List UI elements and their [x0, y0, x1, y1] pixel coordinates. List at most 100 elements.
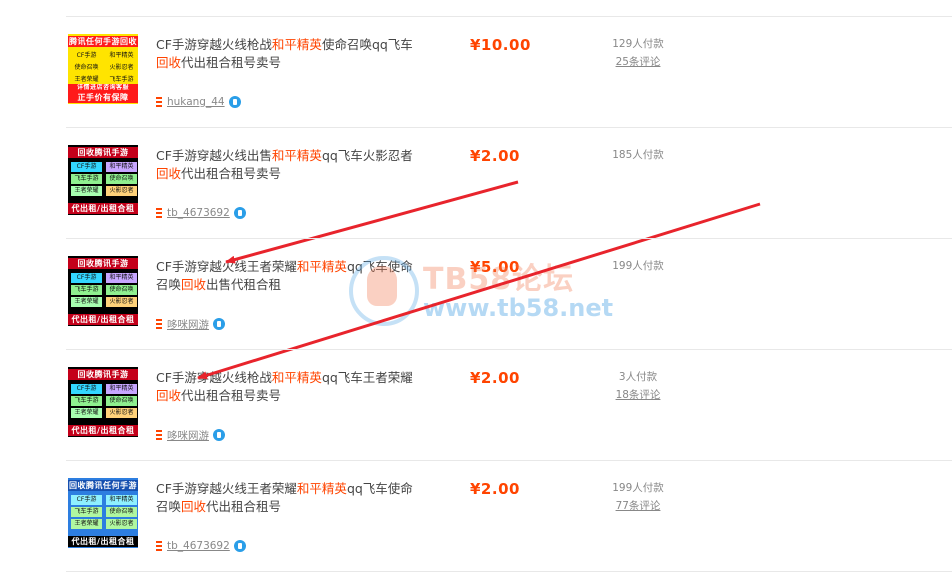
wangwang-chat-icon[interactable]	[228, 96, 241, 108]
title-text: 代出租合租号卖号	[181, 165, 282, 181]
thumbnail-game-label: 和平精英	[106, 273, 137, 283]
thumbnail-game-label: 王者荣耀	[71, 186, 102, 196]
wangwang-chat-icon[interactable]	[233, 540, 246, 552]
thumbnail-game-label: 飞车手游	[71, 396, 102, 406]
seller-name-link[interactable]: hukang_44	[167, 96, 225, 108]
paid-count: 3人付款	[618, 371, 658, 383]
shop-menu-icon	[156, 97, 162, 107]
product-price: ¥10.00	[470, 36, 531, 54]
thumbnail-game-label: 使命召唤	[106, 285, 137, 295]
row-separator	[66, 571, 952, 572]
reviews-link[interactable]: 18条评论	[598, 387, 678, 402]
thumbnail-banner-top: 回收腾讯手游	[68, 147, 138, 158]
seller-info: 哆咪网游	[156, 428, 225, 442]
thumbnail-game-label: 使命召唤	[106, 507, 137, 517]
thumbnail-banner-bottom: 代出租/出租合租	[68, 425, 138, 436]
thumbnail-game-label: CF手游	[71, 162, 102, 172]
product-title-link[interactable]: CF手游穿越火线枪战和平精英使命召唤qq飞车回收代出租合租号卖号	[156, 36, 416, 71]
seller-info: hukang_44	[156, 95, 241, 109]
thumbnail-note: 详情进店咨询客服	[68, 84, 138, 92]
title-text: 代出租合租号卖号	[181, 54, 282, 70]
wangwang-chat-icon[interactable]	[213, 429, 225, 441]
product-row[interactable]: 腾讯任何手游回收 CF手游 和平精英 使命召唤 火影忍者 王者荣耀 飞车手游 详情进店咨询客服…	[66, 16, 952, 127]
thumbnail-game-label: 王者荣耀	[71, 408, 102, 418]
paid-count: 199人付款	[612, 482, 664, 494]
thumbnail-game-label: 火影忍者	[106, 297, 137, 307]
thumbnail-banner-top: 回收腾讯手游	[68, 258, 138, 269]
shop-menu-icon	[156, 208, 162, 218]
product-price: ¥2.00	[470, 147, 520, 165]
thumbnail-banner-bottom: 代出租/出租合租	[68, 203, 138, 214]
product-thumbnail[interactable]: 回收腾讯手游 CF手游 和平精英 飞车手游 使命召唤 王者荣耀 火影忍者代出租/出租合租	[68, 145, 138, 215]
thumbnail-banner-top: 回收腾讯手游	[68, 369, 138, 380]
seller-name-link[interactable]: 哆咪网游	[167, 317, 209, 332]
thumbnail-game-label: 飞车手游	[71, 285, 102, 295]
seller-name-link[interactable]: 哆咪网游	[167, 428, 209, 443]
shop-menu-icon	[156, 430, 162, 440]
product-title-link[interactable]: CF手游穿越火线出售和平精英qq飞车火影忍者回收代出租合租号卖号	[156, 147, 416, 182]
thumbnail-game-label: 飞车手游	[71, 174, 102, 184]
thumbnail-banner-bottom: 代出租/出租合租	[68, 314, 138, 325]
title-keyword-highlight: 和平精英	[271, 148, 322, 163]
thumbnail-banner-bottom: 正手价有保障	[68, 92, 138, 103]
title-keyword-highlight: 回收	[156, 165, 182, 181]
title-text: qq飞车王者荣耀	[321, 370, 413, 385]
title-keyword-highlight: 和平精英	[296, 481, 347, 496]
title-text: 代出租合租号卖号	[181, 387, 282, 403]
title-text: 出售代租合租	[206, 276, 282, 292]
title-keyword-highlight: 和平精英	[271, 37, 322, 52]
thumbnail-game-label: CF手游	[71, 51, 102, 61]
product-thumbnail[interactable]: 回收腾讯手游 CF手游 和平精英 飞车手游 使命召唤 王者荣耀 火影忍者代出租/出租合租	[68, 256, 138, 326]
thumbnail-game-label: CF手游	[71, 273, 102, 283]
product-thumbnail[interactable]: 回收腾讯手游 CF手游 和平精英 飞车手游 使命召唤 王者荣耀 火影忍者 代出租/出租合租	[68, 367, 138, 437]
wangwang-chat-icon[interactable]	[213, 318, 225, 330]
title-keyword-highlight: 回收	[181, 276, 207, 292]
product-row[interactable]: 回收腾讯手游 CF手游 和平精英 飞车手游 使命召唤 王者荣耀 火影忍者 代出租/出租合租 CF…	[66, 127, 952, 238]
paid-count: 129人付款	[612, 38, 664, 50]
title-text: CF手游穿越火线王者荣耀	[156, 259, 297, 274]
thumbnail-banner-bottom: 代出租/出租合租	[68, 536, 138, 547]
seller-info: tb_4673692	[156, 206, 246, 220]
product-row[interactable]: 回收腾讯手游 CF手游 和平精英 飞车手游 使命召唤 王者荣耀 火影忍者 代出租/出租合租 CF…	[66, 349, 952, 460]
product-thumbnail[interactable]: 回收腾讯任何手游 CF手游 和平精英 飞车手游 使命召唤 王者荣耀 火影忍者 代出租/出租合租	[68, 478, 138, 548]
title-text: CF手游穿越火线枪战	[156, 37, 272, 52]
thumbnail-game-label: 使命召唤	[106, 174, 137, 184]
thumbnail-game-label: 使命召唤	[106, 396, 137, 406]
title-keyword-highlight: 回收	[156, 387, 182, 403]
reviews-link[interactable]: 25条评论	[598, 54, 678, 69]
thumbnail-banner-top: 回收腾讯任何手游	[68, 480, 138, 491]
title-text: qq飞车火影忍者	[321, 148, 413, 163]
thumbnail-game-label: 王者荣耀	[71, 297, 102, 307]
thumbnail-game-label: 和平精英	[106, 384, 137, 394]
thumbnail-game-label: 使命召唤	[71, 63, 102, 73]
row-separator	[66, 349, 952, 350]
title-text: CF手游穿越火线王者荣耀	[156, 481, 297, 496]
thumbnail-game-label: 火影忍者	[106, 186, 137, 196]
product-title-link[interactable]: CF手游穿越火线枪战和平精英qq飞车王者荣耀回收代出租合租号卖号	[156, 369, 416, 404]
product-thumbnail[interactable]: 腾讯任何手游回收 CF手游 和平精英 使命召唤 火影忍者 王者荣耀 飞车手游 详情进店咨询客服…	[68, 34, 138, 104]
title-text: CF手游穿越火线枪战	[156, 370, 272, 385]
thumbnail-game-label: 和平精英	[106, 162, 137, 172]
seller-name-link[interactable]: tb_4673692	[167, 540, 230, 552]
product-row[interactable]: 回收腾讯任何手游 CF手游 和平精英 飞车手游 使命召唤 王者荣耀 火影忍者 代出租/出租合租…	[66, 460, 952, 571]
paid-count: 199人付款	[612, 260, 664, 272]
thumbnail-game-label: 和平精英	[106, 495, 137, 505]
reviews-link[interactable]: 77条评论	[598, 498, 678, 513]
thumbnail-game-label: 王者荣耀	[71, 519, 102, 529]
shop-menu-icon	[156, 541, 162, 551]
product-title-link[interactable]: CF手游穿越火线王者荣耀和平精英qq飞车使命召唤回收出售代租合租	[156, 258, 416, 293]
product-row[interactable]: 回收腾讯手游 CF手游 和平精英 飞车手游 使命召唤 王者荣耀 火影忍者代出租/出租合租 CF…	[66, 238, 952, 349]
seller-name-link[interactable]: tb_4673692	[167, 207, 230, 219]
row-separator	[66, 127, 952, 128]
wangwang-chat-icon[interactable]	[233, 207, 246, 219]
row-separator	[66, 16, 952, 17]
title-text: 代出租合租号	[206, 498, 282, 514]
product-price: ¥2.00	[470, 369, 520, 387]
product-price: ¥2.00	[470, 480, 520, 498]
thumbnail-game-label: 飞车手游	[71, 507, 102, 517]
thumbnail-game-label: CF手游	[71, 384, 102, 394]
thumbnail-banner-top: 腾讯任何手游回收	[68, 36, 138, 47]
product-title-link[interactable]: CF手游穿越火线王者荣耀和平精英qq飞车使命召唤回收代出租合租号	[156, 480, 416, 515]
product-price: ¥5.00	[470, 258, 520, 276]
title-text: CF手游穿越火线出售	[156, 148, 272, 163]
